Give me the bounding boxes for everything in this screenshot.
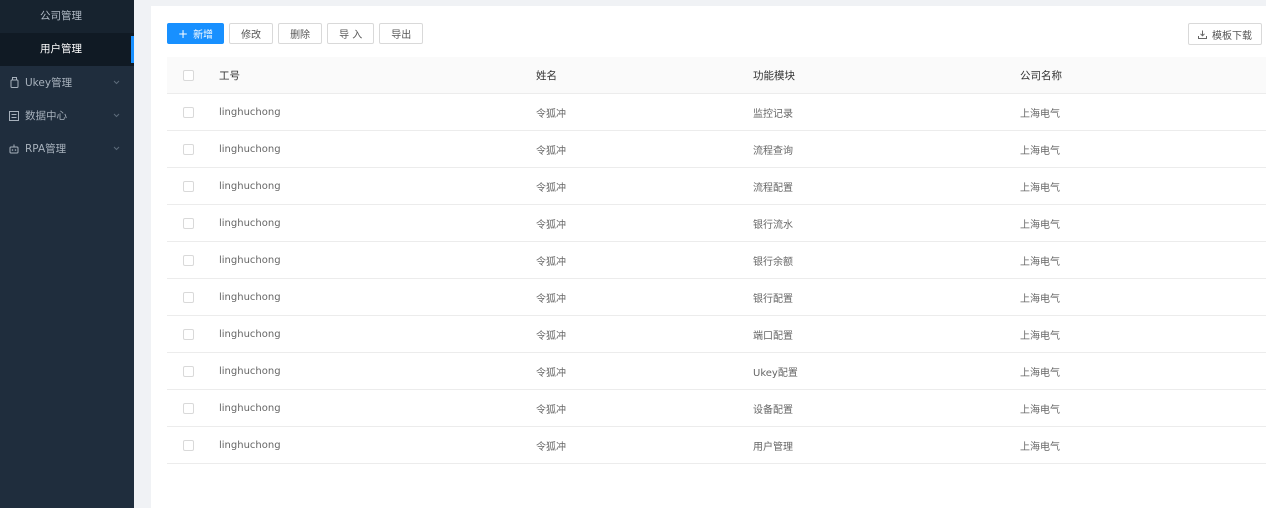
cell-company: 上海电气 [1020,182,1060,194]
row-checkbox[interactable] [183,402,194,414]
cell-employee-id: linghuchong [219,439,281,451]
cell-company: 上海电气 [1020,330,1060,342]
download-icon [1198,30,1207,39]
sidebar: 公司管理 用户管理 Ukey管理 数据中心 RPA管理 [0,0,134,508]
cell-module: 银行配置 [753,293,793,305]
toolbar: + 新增 修改 删除 导 入 导出 [167,23,424,44]
cell-employee-id: linghuchong [219,291,281,303]
table-row[interactable]: linghuchong 令狐冲 Ukey配置 上海电气 [167,353,1266,390]
cell-employee-id: linghuchong [219,217,281,229]
column-header-company: 公司名称 [1020,69,1062,82]
delete-button[interactable]: 删除 [278,23,323,44]
cell-company: 上海电气 [1020,219,1060,231]
cell-company: 上海电气 [1020,256,1060,268]
column-header-name: 姓名 [536,69,557,82]
export-button[interactable]: 导出 [379,23,424,44]
sidebar-menu-data-center[interactable]: 数据中心 [0,99,134,132]
cell-name: 令狐冲 [536,256,566,268]
table-row[interactable]: linghuchong 令狐冲 设备配置 上海电气 [167,390,1266,427]
cell-company: 上海电气 [1020,293,1060,305]
select-all-checkbox[interactable] [183,69,194,81]
table-row[interactable]: linghuchong 令狐冲 流程查询 上海电气 [167,131,1266,168]
table-row[interactable]: linghuchong 令狐冲 监控记录 上海电气 [167,94,1266,131]
cell-company: 上海电气 [1020,404,1060,416]
usb-key-icon [9,77,19,88]
cell-module: 端口配置 [753,330,793,342]
cell-module: 监控记录 [753,108,793,120]
cell-module: 设备配置 [753,404,793,416]
main-content: + 新增 修改 删除 导 入 导出 模板下载 工号 姓名 功能模块 公司名称 l… [151,6,1266,508]
cell-employee-id: linghuchong [219,365,281,377]
row-checkbox[interactable] [183,143,194,155]
cell-name: 令狐冲 [536,219,566,231]
table-body: linghuchong 令狐冲 监控记录 上海电气 linghuchong 令狐冲 流程查询… [167,94,1266,464]
row-checkbox[interactable] [183,291,194,303]
table-header: 工号 姓名 功能模块 公司名称 [167,57,1266,94]
row-checkbox[interactable] [183,439,194,451]
cell-module: Ukey配置 [753,367,798,379]
sidebar-item-label: 用户管理 [40,43,82,55]
chevron-down-icon [113,76,120,88]
row-checkbox[interactable] [183,180,194,192]
cell-name: 令狐冲 [536,404,566,416]
table-row[interactable]: linghuchong 令狐冲 银行配置 上海电气 [167,279,1266,316]
cell-module: 用户管理 [753,441,793,453]
data-center-icon [9,110,19,121]
cell-module: 流程配置 [753,182,793,194]
table-row[interactable]: linghuchong 令狐冲 流程配置 上海电气 [167,168,1266,205]
table-row[interactable]: linghuchong 令狐冲 银行流水 上海电气 [167,205,1266,242]
template-download-button[interactable]: 模板下载 [1188,23,1262,45]
row-checkbox[interactable] [183,254,194,266]
sidebar-menu-ukey[interactable]: Ukey管理 [0,66,134,99]
cell-company: 上海电气 [1020,108,1060,120]
row-checkbox[interactable] [183,365,194,377]
cell-name: 令狐冲 [536,293,566,305]
cell-name: 令狐冲 [536,108,566,120]
cell-name: 令狐冲 [536,330,566,342]
cell-company: 上海电气 [1020,367,1060,379]
chevron-down-icon [113,109,120,121]
add-button[interactable]: + 新增 [167,23,225,44]
chevron-down-icon [113,142,120,154]
cell-company: 上海电气 [1020,145,1060,157]
cell-name: 令狐冲 [536,441,566,453]
plus-icon: + [178,26,189,41]
template-download-label: 模板下载 [1212,30,1252,42]
sidebar-menu-label: RPA管理 [25,143,67,155]
cell-company: 上海电气 [1020,441,1060,453]
row-checkbox[interactable] [183,106,194,118]
sidebar-menu-rpa[interactable]: RPA管理 [0,132,134,165]
table-row[interactable]: linghuchong 令狐冲 端口配置 上海电气 [167,316,1266,353]
table-row[interactable]: linghuchong 令狐冲 用户管理 上海电气 [167,427,1266,464]
cell-module: 银行流水 [753,219,793,231]
row-checkbox[interactable] [183,217,194,229]
add-button-label: 新增 [193,30,214,41]
sidebar-menu-label: 数据中心 [25,110,67,122]
cell-employee-id: linghuchong [219,143,281,155]
table-row[interactable]: linghuchong 令狐冲 银行余额 上海电气 [167,242,1266,279]
sidebar-item-label: 公司管理 [40,10,82,22]
column-header-employee-id: 工号 [219,69,240,82]
cell-module: 流程查询 [753,145,793,157]
sidebar-item-company-management[interactable]: 公司管理 [0,0,134,33]
cell-employee-id: linghuchong [219,254,281,266]
cell-employee-id: linghuchong [219,180,281,192]
sidebar-menu-label: Ukey管理 [25,77,73,89]
cell-employee-id: linghuchong [219,106,281,118]
cell-name: 令狐冲 [536,145,566,157]
sidebar-item-user-management[interactable]: 用户管理 [0,33,134,66]
edit-button[interactable]: 修改 [229,23,274,44]
cell-employee-id: linghuchong [219,328,281,340]
cell-name: 令狐冲 [536,182,566,194]
cell-employee-id: linghuchong [219,402,281,414]
row-checkbox[interactable] [183,328,194,340]
import-button[interactable]: 导 入 [327,23,375,44]
cell-name: 令狐冲 [536,367,566,379]
robot-icon [9,144,19,154]
cell-module: 银行余额 [753,256,793,268]
user-table: 工号 姓名 功能模块 公司名称 linghuchong 令狐冲 监控记录 上海电气 li… [167,57,1266,464]
column-header-module: 功能模块 [753,69,795,82]
